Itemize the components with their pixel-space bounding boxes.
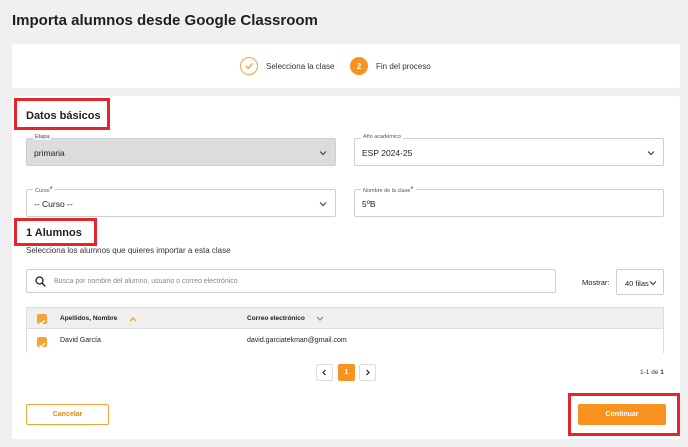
select-all-checkbox[interactable] [37,314,47,325]
required-mark: * [49,185,53,194]
academic-year-label: Año académico [361,134,403,140]
column-email[interactable]: Correo electrónico [247,315,305,322]
check-icon [38,342,46,348]
step-label: Fin del proceso [376,61,431,71]
rows-per-page-value: 40 filas [625,279,649,288]
student-search[interactable]: Busca por nombre del alumno, usuario o c… [26,269,556,293]
rows-per-page-label: Mostrar: [582,278,610,287]
column-name[interactable]: Apellidos, Nombre [60,315,117,322]
check-icon [38,319,46,325]
chevron-down-icon [319,151,327,156]
check-icon [240,57,258,75]
curso-value: -- Curso -- [34,199,73,209]
cancel-button[interactable]: Cancelar [26,404,109,425]
page-1-button[interactable]: 1 [338,364,355,381]
curso-label: Curso* [33,185,55,194]
students-subtitle: Selecciona los alumnos que quieres impor… [26,246,231,255]
stepper: Selecciona la clase 2 Fin del proceso [12,44,680,88]
class-name-input[interactable]: Nombre de la clase* 5ºB [354,185,664,217]
sort-down-icon[interactable] [316,316,324,322]
section-title-basics: Datos básicos [26,110,101,122]
required-mark: * [410,185,414,194]
next-page-button[interactable] [359,364,376,381]
curso-select[interactable]: Curso* -- Curso -- [26,185,336,217]
table-header: Apellidos, Nombre Correo electrónico [27,308,663,329]
chevron-down-icon [647,151,655,156]
class-name-label: Nombre de la clase* [361,185,416,194]
student-name: David García [60,337,101,344]
chevron-left-icon [322,369,326,376]
table-row[interactable]: David García david.garciatekman@gmail.co… [27,329,663,353]
continue-button[interactable]: Continuar [578,404,666,425]
chevron-down-icon [319,202,327,207]
step-select-class: Selecciona la clase [240,57,334,75]
rows-per-page-select[interactable]: 40 filas [616,269,664,295]
pagination-total: 1 [660,369,664,376]
etapa-label: Etapa [33,134,52,140]
sort-up-icon[interactable] [129,316,137,322]
page-title: Importa alumnos desde Google Classroom [12,12,318,29]
step-number: 2 [350,57,368,75]
step-label: Selecciona la clase [266,61,335,71]
student-email: david.garciatekman@gmail.com [247,337,347,344]
pagination-range: 1-1 de 1 [640,369,664,376]
class-name-value: 5ºB [362,199,376,209]
search-input[interactable]: Busca por nombre del alumno, usuario o c… [54,278,238,285]
academic-year-value: ESP 2024-25 [362,148,413,158]
row-checkbox[interactable] [37,337,47,348]
previous-page-button[interactable] [316,364,333,381]
etapa-select[interactable]: Etapa primaria [26,134,336,166]
students-table: Apellidos, Nombre Correo electrónico Dav… [26,307,664,353]
search-icon [35,276,46,287]
etapa-value: primaria [34,148,65,158]
chevron-down-icon [649,281,657,286]
section-title-students: 1 Alumnos [26,227,82,239]
academic-year-select[interactable]: Año académico ESP 2024-25 [354,134,664,166]
chevron-right-icon [366,369,370,376]
step-finish: 2 Fin del proceso [350,57,431,75]
